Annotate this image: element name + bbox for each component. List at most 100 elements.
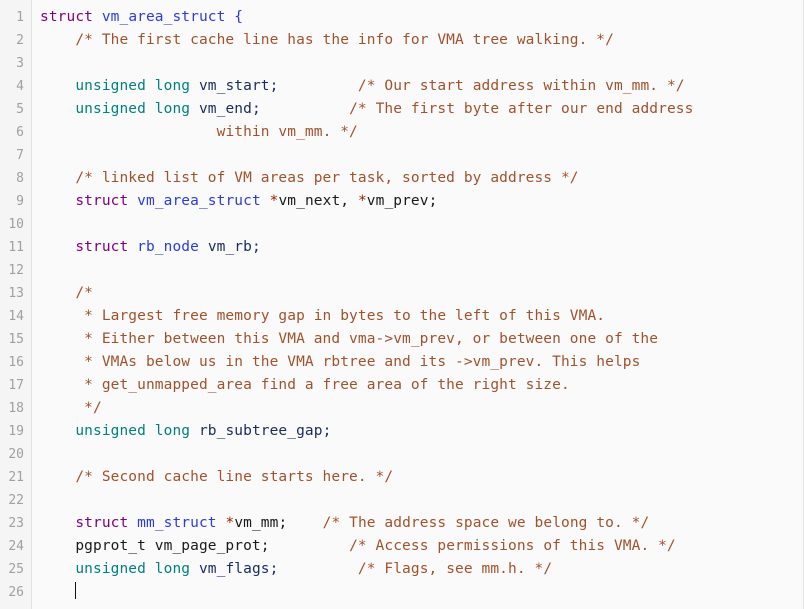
code-token: struct	[40, 9, 93, 25]
code-token: unsigned long	[75, 561, 191, 577]
code-token: /* The first byte after our end address	[349, 101, 694, 117]
line-number: 13	[8, 286, 24, 301]
code-token: /* Access permissions of this VMA. */	[349, 538, 676, 554]
code-line[interactable]: * VMAs below us in the VMA rbtree and it…	[40, 351, 803, 374]
code-line[interactable]: * Largest free memory gap in bytes to th…	[40, 305, 803, 328]
code-editor-viewport[interactable]: 1 2 3 4 5 6 7 8 9 10 11 12 13 14 15 16 17 18 19 20 21 22 23 24 2…	[0, 0, 804, 609]
code-line[interactable]	[40, 581, 803, 604]
line-number: 7	[16, 148, 24, 163]
code-token: unsigned long	[75, 78, 191, 94]
code-token: vm_flags;	[198, 561, 279, 577]
code-line[interactable]	[40, 489, 803, 512]
code-line[interactable]: unsigned long vm_end; /* The first byte …	[40, 98, 803, 121]
code-line[interactable]: struct rb_node vm_rb;	[40, 236, 803, 259]
line-number-gutter: 1 2 3 4 5 6 7 8 9 10 11 12 13 14 15 16 17 18 19 20 21 22 23 24 2…	[0, 0, 32, 609]
code-line[interactable]: struct vm_area_struct {	[40, 6, 803, 29]
line-number: 12	[8, 263, 24, 278]
code-token: rb_node	[137, 239, 199, 255]
code-token: */	[84, 400, 102, 416]
code-token: *	[357, 193, 367, 209]
code-token: struct	[75, 193, 129, 209]
line-number: 10	[8, 217, 24, 232]
line-number: 19	[8, 424, 24, 439]
code-token: /* Our start address within vm_mm. */	[357, 78, 685, 94]
code-token: /* linked list of VM areas per task, sor…	[75, 170, 579, 186]
code-token: pgprot_t vm_page_prot;	[75, 538, 270, 554]
code-line[interactable]: /* linked list of VM areas per task, sor…	[40, 167, 803, 190]
line-number: 15	[8, 332, 24, 347]
code-line[interactable]: unsigned long vm_start; /* Our start add…	[40, 75, 803, 98]
code-line[interactable]: struct vm_area_struct *vm_next, *vm_prev…	[40, 190, 803, 213]
code-token: unsigned long	[75, 423, 191, 439]
line-number: 6	[16, 125, 24, 140]
code-line[interactable]	[40, 144, 803, 167]
text-cursor-caret	[75, 582, 77, 599]
line-number: 17	[8, 378, 24, 393]
line-number: 8	[16, 171, 24, 186]
code-token: /*	[75, 285, 93, 301]
code-line[interactable]	[40, 259, 803, 282]
code-token: /* The address space we belong to. */	[322, 515, 650, 531]
code-line[interactable]	[40, 213, 803, 236]
code-token: vm_rb;	[207, 239, 261, 255]
code-line[interactable]: * get_unmapped_area find a free area of …	[40, 374, 803, 397]
code-token: {	[234, 9, 244, 25]
code-line[interactable]: within vm_mm. */	[40, 121, 803, 144]
line-number: 11	[8, 240, 24, 255]
code-line[interactable]: */	[40, 397, 803, 420]
code-line[interactable]: /* Second cache line starts here. */	[40, 466, 803, 489]
line-number: 22	[8, 493, 24, 508]
line-number: 4	[16, 79, 24, 94]
code-token: vm_next,	[278, 193, 358, 209]
code-token: /* Flags, see mm.h. */	[357, 561, 553, 577]
code-line[interactable]: /* The first cache line has the info for…	[40, 29, 803, 52]
code-line[interactable]	[40, 443, 803, 466]
code-line[interactable]: struct mm_struct *vm_mm; /* The address …	[40, 512, 803, 535]
code-token: /* The first cache line has the info for…	[75, 32, 614, 48]
code-line[interactable]: pgprot_t vm_page_prot; /* Access permiss…	[40, 535, 803, 558]
code-line[interactable]: unsigned long vm_flags; /* Flags, see mm…	[40, 558, 803, 581]
code-token: vm_end;	[198, 101, 261, 117]
code-token: * VMAs below us in the VMA rbtree and it…	[84, 354, 641, 370]
code-line[interactable]: * Either between this VMA and vma->vm_pr…	[40, 328, 803, 351]
line-number: 23	[8, 516, 24, 531]
code-line[interactable]: /*	[40, 282, 803, 305]
line-number: 9	[16, 194, 24, 209]
code-token: mm_struct	[137, 515, 217, 531]
code-token: * get_unmapped_area find a free area of …	[84, 377, 570, 393]
code-line[interactable]: unsigned long rb_subtree_gap;	[40, 420, 803, 443]
code-content-area[interactable]: struct vm_area_struct { /* The first cac…	[32, 0, 803, 609]
code-token: struct	[75, 239, 129, 255]
line-number: 14	[8, 309, 24, 324]
line-number: 26	[8, 585, 24, 600]
code-line[interactable]	[40, 52, 803, 75]
code-token: struct	[75, 515, 129, 531]
line-number: 5	[16, 102, 24, 117]
